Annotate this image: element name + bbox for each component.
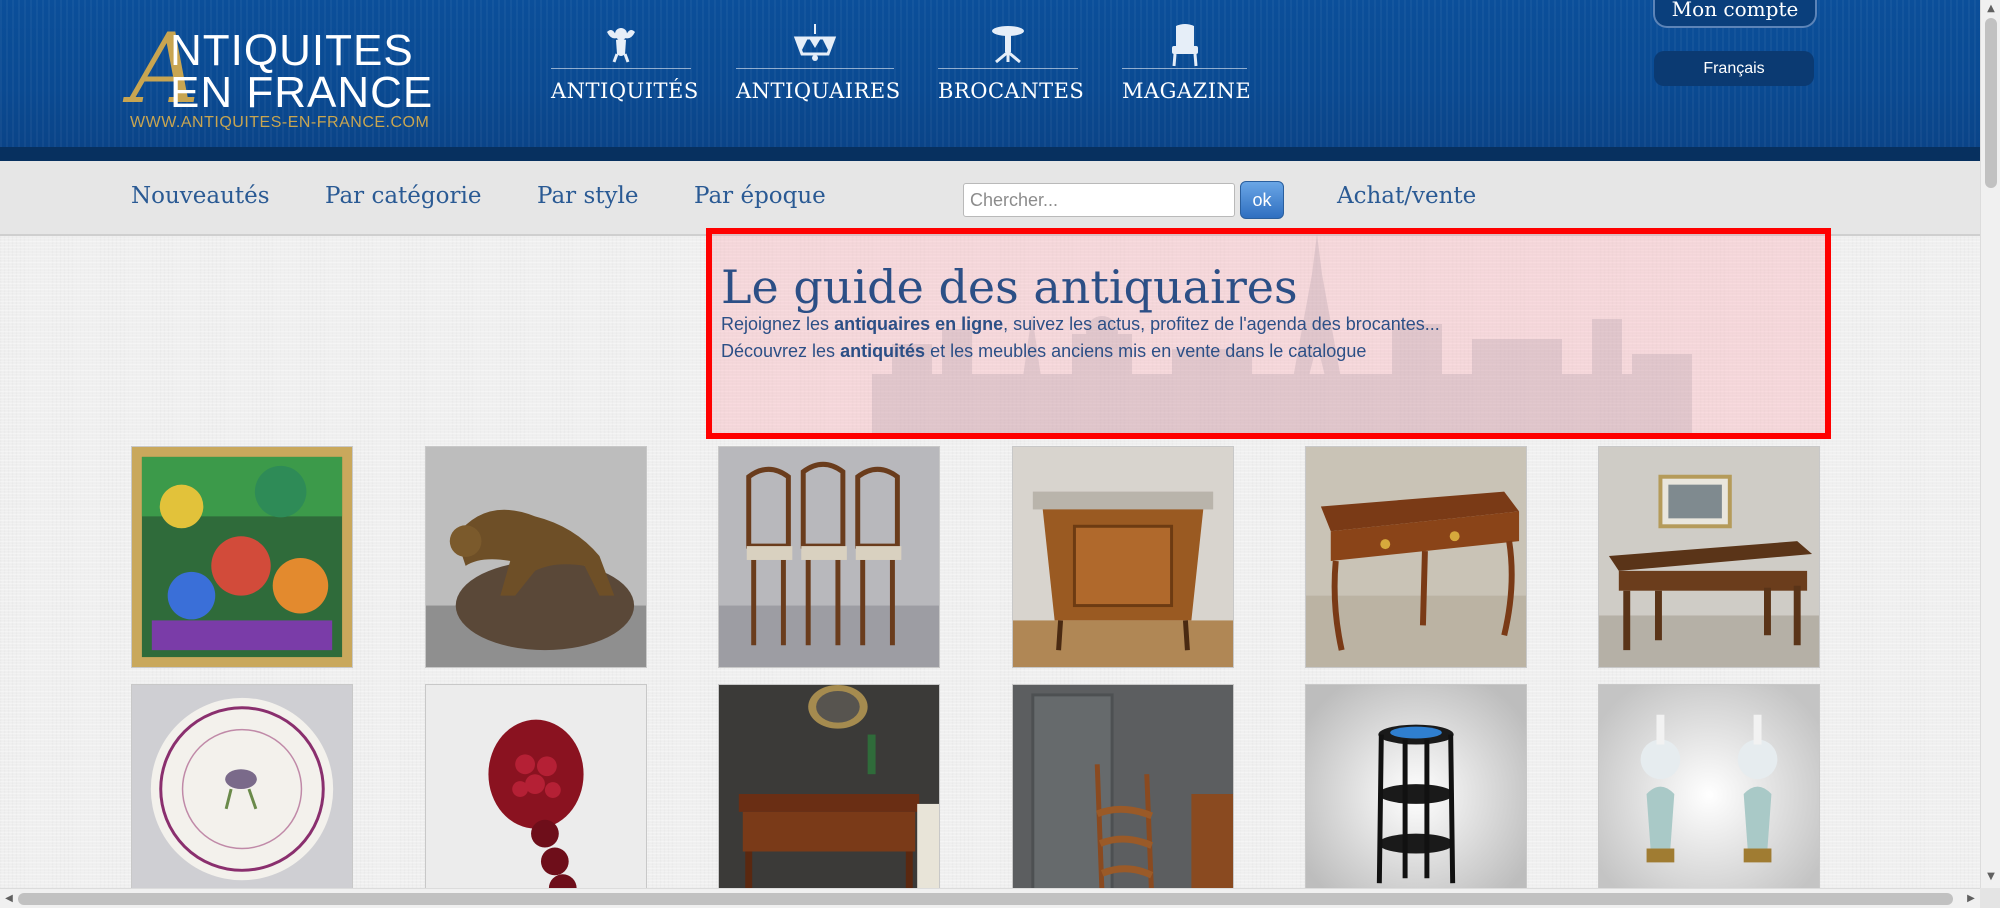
product-thumbnail[interactable] — [425, 446, 647, 668]
main-nav-label: ANTIQUAIRES — [736, 79, 901, 103]
site-header: A NTIQUITES EN FRANCE WWW.ANTIQUITES-EN-… — [0, 0, 1980, 161]
logo-line-2: EN FRANCE — [170, 68, 434, 117]
naive-painting-image — [132, 447, 352, 667]
site-logo[interactable]: A NTIQUITES EN FRANCE WWW.ANTIQUITES-EN-… — [130, 21, 440, 135]
gueridon-table-icon — [938, 22, 1078, 68]
page-title: Le guide des antiquaires — [721, 260, 1298, 314]
subnav-by-category[interactable]: Par catégorie — [325, 183, 481, 209]
bronze-panther-image — [426, 447, 646, 667]
product-thumbnail[interactable] — [1598, 446, 1820, 668]
intro-text-emphasis: antiquaires en ligne — [834, 314, 1004, 334]
language-selector[interactable]: Français — [1654, 51, 1814, 86]
intro-text: et les meubles anciens mis en vente dans… — [925, 341, 1367, 361]
secondary-nav: Nouveautés Par catégorie Par style Par é… — [0, 161, 1980, 236]
scroll-up-arrow-icon[interactable]: ▲ — [1981, 0, 2000, 18]
scroll-down-arrow-icon[interactable]: ▼ — [1981, 868, 2000, 886]
intro-banner: Le guide des antiquaires Rejoignez les a… — [706, 228, 1831, 439]
product-thumbnail[interactable] — [1012, 446, 1234, 668]
main-nav-antiquaires[interactable]: ANTIQUAIRES — [736, 22, 901, 112]
intro-text-emphasis: antiquités — [840, 341, 926, 361]
bistro-chairs-image — [719, 447, 939, 667]
oil-lamps-image — [1599, 685, 1819, 905]
armchair-icon — [1122, 22, 1247, 68]
product-thumbnail[interactable] — [1305, 684, 1527, 906]
main-nav-label: BROCANTES — [938, 79, 1085, 103]
subnav-by-style[interactable]: Par style — [537, 183, 638, 209]
product-thumbnail[interactable] — [425, 684, 647, 906]
main-nav-label: MAGAZINE — [1122, 79, 1252, 103]
library-ladder-image — [1013, 685, 1233, 905]
product-thumbnail[interactable] — [1598, 684, 1820, 906]
nav-divider — [736, 68, 894, 69]
search-submit-button[interactable]: ok — [1240, 181, 1284, 219]
product-thumbnail[interactable] — [131, 684, 353, 906]
product-thumbnail[interactable] — [131, 446, 353, 668]
scroll-left-arrow-icon[interactable]: ◀ — [0, 889, 18, 908]
subnav-by-period[interactable]: Par époque — [694, 183, 826, 209]
vertical-scrollbar[interactable]: ▲ ▼ — [1980, 0, 2000, 888]
main-nav-brocantes[interactable]: BROCANTES — [938, 22, 1085, 112]
intro-paragraph-2: Découvrez les antiquités et les meubles … — [721, 341, 1366, 362]
product-thumbnail[interactable] — [718, 684, 940, 906]
horizontal-scrollbar[interactable]: ◀ ▶ — [0, 888, 1980, 908]
nav-divider — [938, 68, 1078, 69]
louis-xv-desk-image — [1306, 447, 1526, 667]
demi-lune-cabinet-image — [1013, 447, 1233, 667]
cherub-icon — [551, 22, 691, 68]
intro-paragraph-1: Rejoignez les antiquaires en ligne, suiv… — [721, 314, 1440, 335]
scroll-right-arrow-icon[interactable]: ▶ — [1962, 889, 1980, 908]
subnav-new-items[interactable]: Nouveautés — [131, 183, 270, 209]
vertical-scroll-thumb[interactable] — [1985, 18, 1997, 188]
product-thumbnail[interactable] — [1012, 684, 1234, 906]
main-nav-label: ANTIQUITÉS — [551, 79, 699, 103]
farmhouse-table-image — [1599, 447, 1819, 667]
product-thumbnail[interactable] — [1305, 446, 1527, 668]
side-table-image — [1306, 685, 1526, 905]
subnav-buy-sell[interactable]: Achat/vente — [1337, 183, 1476, 209]
product-thumbnail[interactable] — [718, 446, 940, 668]
logo-line-1: NTIQUITES — [170, 26, 414, 75]
nav-divider — [551, 68, 691, 69]
chandelier-icon — [736, 22, 894, 68]
intro-text: Rejoignez les — [721, 314, 835, 334]
writing-desk-image — [719, 685, 939, 905]
scrollbar-corner — [1980, 888, 2000, 908]
garnet-bracelet-image — [426, 685, 646, 905]
my-account-button[interactable]: Mon compte — [1653, 0, 1817, 28]
porcelain-plate-image — [132, 685, 352, 905]
intro-text: , suivez les actus, profitez de l'agenda… — [1003, 314, 1440, 334]
main-nav-antiquites[interactable]: ANTIQUITÉS — [551, 22, 699, 112]
search-input[interactable] — [963, 183, 1235, 217]
logo-url: WWW.ANTIQUITES-EN-FRANCE.COM — [130, 114, 430, 131]
horizontal-scroll-thumb[interactable] — [18, 893, 1953, 905]
intro-text: Découvrez les — [721, 341, 841, 361]
nav-divider — [1122, 68, 1247, 69]
main-nav-magazine[interactable]: MAGAZINE — [1122, 22, 1252, 112]
